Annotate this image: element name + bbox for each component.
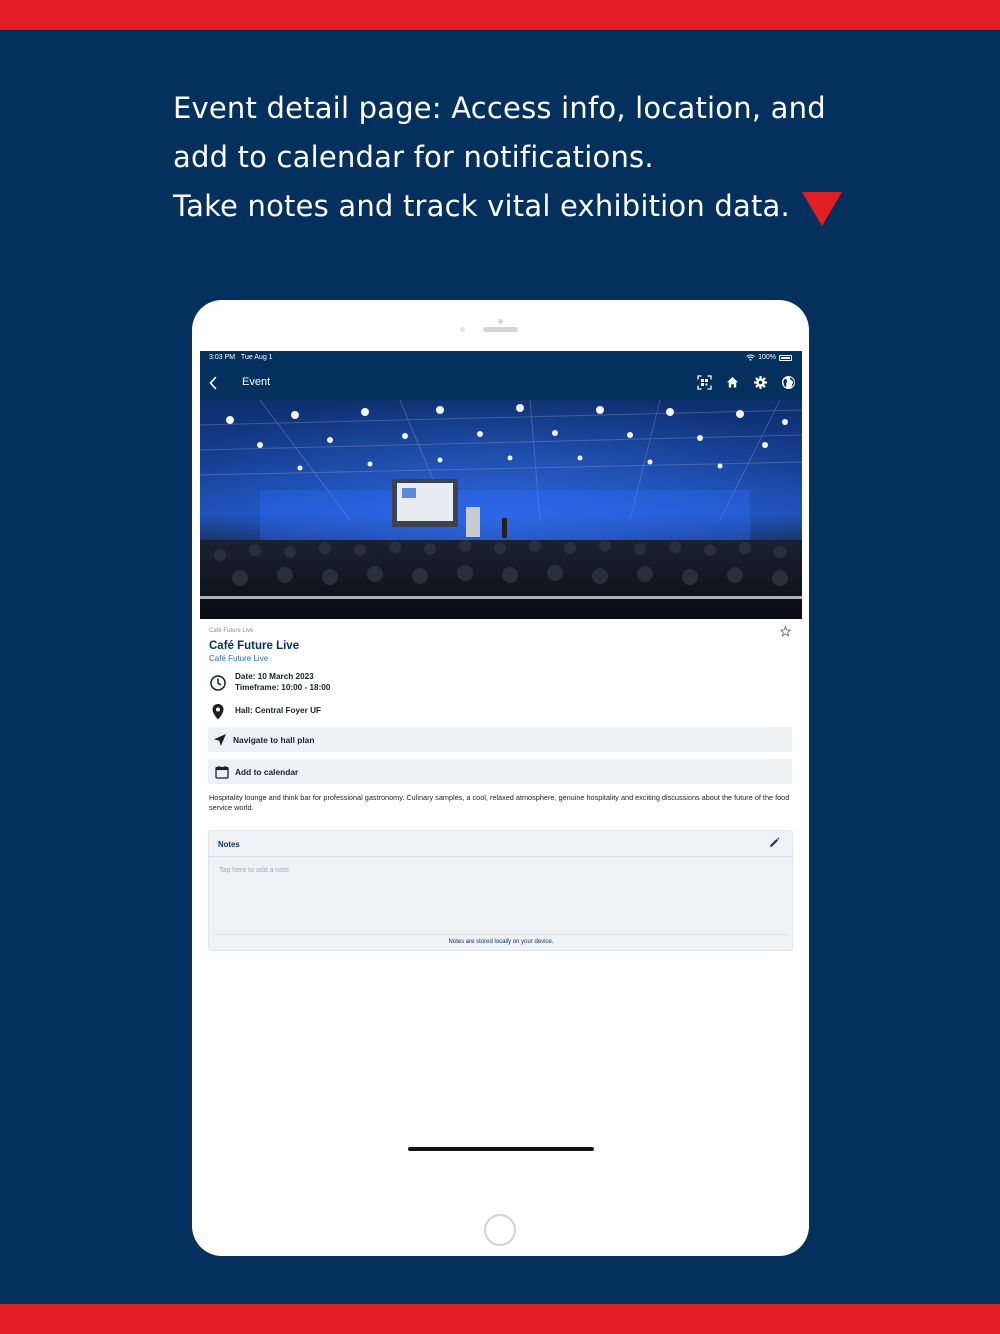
navigation-arrow-icon xyxy=(214,733,226,746)
qr-scan-icon[interactable] xyxy=(697,375,712,390)
headline-line-2: add to calendar for notifications. xyxy=(173,140,654,174)
nav-actions xyxy=(697,375,796,390)
edit-pencil-icon[interactable] xyxy=(769,837,780,848)
navigate-hall-plan-label: Navigate to hall plan xyxy=(233,734,315,745)
event-date-row: Date: 10 March 2023 Timeframe: 10:00 - 1… xyxy=(209,671,769,693)
home-indicator[interactable] xyxy=(408,1147,594,1151)
event-hall: Hall: Central Foyer UF xyxy=(235,706,321,715)
navigate-hall-plan-button[interactable]: Navigate to hall plan xyxy=(208,727,792,752)
notes-header: Notes xyxy=(209,831,792,857)
event-hero-image xyxy=(200,400,802,619)
globe-icon[interactable] xyxy=(781,375,796,390)
tablet-sensor xyxy=(460,327,465,332)
headline-line-1: Event detail page: Access info, location… xyxy=(173,91,826,125)
bottom-red-stripe xyxy=(0,1304,1000,1334)
red-triangle-icon xyxy=(802,192,842,226)
status-date: Tue Aug 1 xyxy=(240,354,273,361)
marketing-headline: Event detail page: Access info, location… xyxy=(173,84,873,231)
tablet-home-button[interactable] xyxy=(484,1214,516,1246)
status-time: 3:03 PM Tue Aug 1 xyxy=(209,354,273,361)
battery-icon xyxy=(779,354,792,361)
event-title: Café Future Live xyxy=(209,640,300,652)
wifi-icon xyxy=(746,354,755,361)
conference-hall-photo xyxy=(200,400,802,619)
headline-line-3: Take notes and track vital exhibition da… xyxy=(173,189,790,223)
add-to-calendar-button[interactable]: Add to calendar xyxy=(208,759,792,784)
event-timeframe: Timeframe: 10:00 - 18:00 xyxy=(235,683,331,692)
event-subtitle-link[interactable]: Café Future Live xyxy=(209,654,268,663)
add-to-calendar-label: Add to calendar xyxy=(235,766,299,777)
notes-input[interactable]: Tap here to add a note xyxy=(219,867,779,927)
calendar-icon xyxy=(215,765,229,779)
event-hall-row: Hall: Central Foyer UF xyxy=(209,703,769,721)
home-icon[interactable] xyxy=(725,375,740,390)
top-red-stripe xyxy=(0,0,1000,30)
front-camera xyxy=(498,319,503,324)
notes-storage-info: Notes are stored locally on your device. xyxy=(214,934,788,945)
event-date: Date: 10 March 2023 xyxy=(235,672,314,681)
notes-panel: Notes Tap here to add a note Notes are s… xyxy=(208,830,793,951)
tablet-speaker xyxy=(483,327,518,332)
event-category: Café Future Live xyxy=(209,628,254,634)
status-indicators: 100% xyxy=(746,354,792,361)
nav-title: Event xyxy=(242,376,271,388)
back-icon[interactable] xyxy=(208,376,218,390)
status-clock: 3:03 PM xyxy=(209,354,236,361)
app-top-bar: 3:03 PM Tue Aug 1 100% Event xyxy=(200,351,802,400)
notes-title: Notes xyxy=(218,840,240,849)
event-description: Hospitality lounge and think bar for pro… xyxy=(209,793,790,812)
gear-icon[interactable] xyxy=(753,375,768,390)
battery-percent: 100% xyxy=(758,354,776,361)
app-screen: 3:03 PM Tue Aug 1 100% Event Café Future… xyxy=(200,351,802,1165)
favorite-star-icon[interactable] xyxy=(780,626,791,637)
clock-icon xyxy=(210,675,226,691)
location-pin-icon xyxy=(212,704,224,720)
